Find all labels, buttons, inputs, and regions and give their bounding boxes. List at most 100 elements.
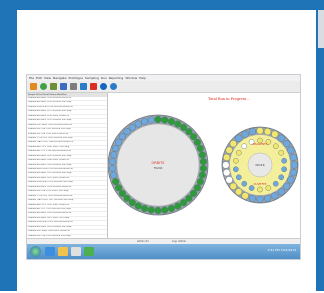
left-tray-slot[interactable] bbox=[190, 133, 198, 141]
right-tray-outer-slot[interactable] bbox=[225, 146, 233, 154]
left-tray-slot[interactable] bbox=[180, 123, 188, 131]
menu-item-view[interactable]: View bbox=[44, 76, 51, 80]
right-tray-outer-slot[interactable] bbox=[277, 134, 285, 142]
left-tray-slot[interactable] bbox=[134, 120, 142, 128]
right-tray-inner-slot[interactable] bbox=[281, 166, 287, 173]
left-tray-slot[interactable] bbox=[141, 204, 149, 212]
start-button[interactable] bbox=[30, 246, 41, 257]
left-tray-slot[interactable] bbox=[198, 171, 206, 179]
right-tray-inner-slot[interactable] bbox=[272, 143, 279, 150]
left-tray-slot[interactable] bbox=[109, 164, 117, 172]
left-tray-slot[interactable] bbox=[112, 178, 120, 186]
taskbar-app2-button[interactable] bbox=[84, 247, 94, 256]
left-tray-slot[interactable] bbox=[174, 120, 182, 128]
left-tray-slot[interactable] bbox=[185, 128, 193, 136]
right-tray-outer-slot[interactable] bbox=[235, 134, 243, 142]
right-tray-outer-slot[interactable] bbox=[248, 128, 256, 136]
right-tray-outer-slot[interactable] bbox=[283, 140, 291, 148]
right-tray-inner-slot[interactable] bbox=[241, 180, 248, 187]
left-tray-slot[interactable] bbox=[112, 144, 120, 152]
left-tray-slot[interactable] bbox=[118, 133, 126, 141]
right-tray-outer-slot[interactable] bbox=[287, 176, 295, 184]
stop-icon[interactable] bbox=[90, 83, 97, 90]
left-tray-slot[interactable] bbox=[115, 184, 123, 192]
left-tray-slot[interactable] bbox=[180, 199, 188, 207]
left-tray-slot[interactable] bbox=[134, 202, 142, 210]
right-tray-inner-slot[interactable] bbox=[233, 157, 239, 164]
left-tray-slot[interactable] bbox=[193, 138, 201, 146]
sample-icon[interactable] bbox=[50, 83, 57, 90]
left-tray-slot[interactable] bbox=[147, 116, 155, 124]
right-tray-inner-slot[interactable] bbox=[257, 186, 263, 193]
right-tray-outer-slot[interactable] bbox=[271, 192, 279, 200]
right-tray-outer-slot[interactable] bbox=[241, 130, 249, 138]
menu-item-prototype[interactable]: Prototype bbox=[68, 76, 82, 80]
right-tray-outer-slot[interactable] bbox=[222, 161, 230, 169]
left-tray-slot[interactable] bbox=[196, 178, 204, 186]
menu-item-sampling[interactable]: Sampling bbox=[85, 76, 99, 80]
left-tray-slot[interactable] bbox=[123, 194, 131, 202]
right-tray-outer-slot[interactable] bbox=[256, 195, 264, 203]
right-tray-outer-slot[interactable] bbox=[289, 169, 297, 177]
right-tray-outer-slot[interactable] bbox=[229, 182, 237, 190]
menu-item-help[interactable]: Help bbox=[139, 76, 146, 80]
left-tray-slot[interactable] bbox=[199, 164, 207, 172]
left-tray-slot[interactable] bbox=[174, 202, 182, 210]
right-tray-outer-slot[interactable] bbox=[283, 182, 291, 190]
right-tray-inner-slot[interactable] bbox=[235, 149, 242, 156]
right-tray-outer-slot[interactable] bbox=[223, 153, 231, 161]
grid-icon[interactable] bbox=[80, 83, 87, 90]
taskbar-explorer-button[interactable] bbox=[58, 247, 68, 256]
left-tray-slot[interactable] bbox=[110, 151, 118, 159]
left-tray-slot[interactable] bbox=[123, 128, 131, 136]
left-tray-slot[interactable] bbox=[141, 118, 149, 126]
right-tray-outer-slot[interactable] bbox=[229, 140, 237, 148]
tray-icon[interactable] bbox=[70, 83, 77, 90]
left-tray-slot[interactable] bbox=[193, 184, 201, 192]
right-tray-inner-slot[interactable] bbox=[278, 149, 285, 156]
left-tray-slot[interactable] bbox=[167, 204, 175, 212]
add-icon[interactable] bbox=[60, 83, 67, 90]
right-tray-outer-slot[interactable] bbox=[277, 188, 285, 196]
menu-item-reporting[interactable]: Reporting bbox=[109, 76, 124, 80]
right-tray-inner-slot[interactable] bbox=[248, 185, 255, 191]
left-tray-slot[interactable] bbox=[154, 116, 162, 124]
taskbar-app-button[interactable] bbox=[71, 247, 81, 256]
right-tray-inner-slot[interactable] bbox=[272, 180, 279, 187]
left-tray-slot[interactable] bbox=[115, 138, 123, 146]
right-tray-outer-slot[interactable] bbox=[289, 153, 297, 161]
left-tray-slot[interactable] bbox=[196, 144, 204, 152]
left-tray-slot[interactable] bbox=[109, 158, 117, 166]
left-tray-slot[interactable] bbox=[147, 206, 155, 214]
left-tray-slot[interactable] bbox=[128, 123, 136, 131]
left-tray-slot[interactable] bbox=[198, 151, 206, 159]
right-tray-outer-slot[interactable] bbox=[290, 161, 298, 169]
left-tray-slot[interactable] bbox=[128, 199, 136, 207]
right-tray-outer-slot[interactable] bbox=[225, 176, 233, 184]
right-tray-inner-slot[interactable] bbox=[241, 143, 248, 150]
left-tray-slot[interactable] bbox=[167, 118, 175, 126]
menu-item-navigate[interactable]: Navigate bbox=[53, 76, 66, 80]
right-tray-inner-slot[interactable] bbox=[235, 174, 242, 181]
left-tray-slot[interactable] bbox=[161, 206, 169, 214]
menu-item-window[interactable]: Window bbox=[125, 76, 137, 80]
right-tray-inner-slot[interactable] bbox=[278, 174, 285, 181]
right-tray-inner-slot[interactable] bbox=[265, 185, 272, 191]
right-tray-outer-slot[interactable] bbox=[271, 130, 279, 138]
right-tray-outer-slot[interactable] bbox=[264, 128, 272, 136]
right-tray-outer-slot[interactable] bbox=[248, 194, 256, 202]
left-tray-slot[interactable] bbox=[161, 116, 169, 124]
menu-item-file[interactable]: File bbox=[29, 76, 34, 80]
record-icon[interactable] bbox=[100, 83, 107, 90]
open-icon[interactable] bbox=[30, 83, 37, 90]
right-tray-outer-slot[interactable] bbox=[256, 127, 264, 135]
menu-item-edit[interactable]: Edit bbox=[36, 76, 42, 80]
right-tray-outer-slot[interactable] bbox=[287, 146, 295, 154]
left-tray-slot[interactable] bbox=[190, 189, 198, 197]
refresh-icon[interactable] bbox=[40, 83, 47, 90]
right-tray-inner-slot[interactable] bbox=[281, 157, 287, 164]
right-tray-inner-slot[interactable] bbox=[233, 166, 239, 173]
side-tab[interactable] bbox=[318, 10, 324, 48]
right-tray-outer-slot[interactable] bbox=[235, 188, 243, 196]
left-tray-slot[interactable] bbox=[118, 189, 126, 197]
